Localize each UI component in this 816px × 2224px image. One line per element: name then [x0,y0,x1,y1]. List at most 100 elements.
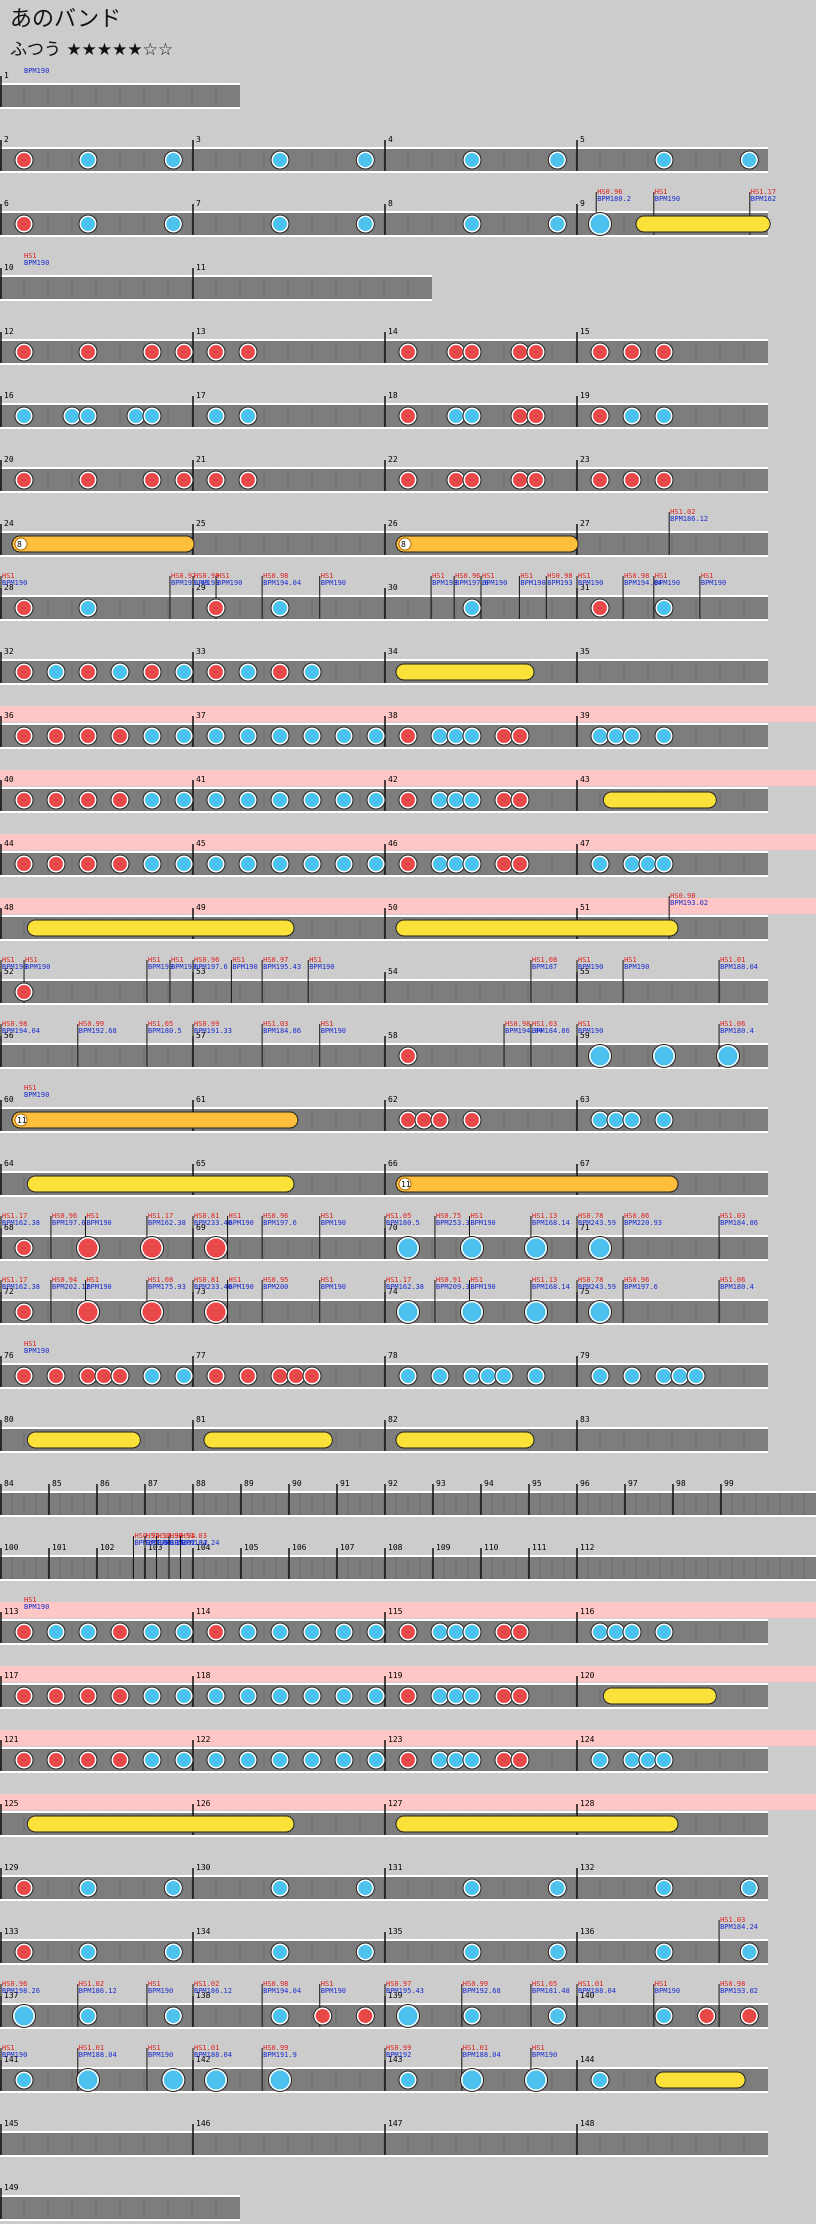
bar-number: 35 [580,647,590,656]
bpm-marker: BPM190 [25,963,50,971]
bar-number: 148 [580,2119,595,2128]
bar-number: 10 [4,263,14,272]
bar-number: 2 [4,135,9,144]
note-face [550,2009,565,2023]
bar-number: 42 [388,775,398,784]
bar-number: 49 [196,903,206,912]
note-face [497,793,511,807]
note-face [433,1689,447,1703]
bar-number: 6 [4,199,9,208]
chart-row: 12 13 14 15 [0,327,768,365]
note-face [593,1113,607,1127]
balloon-count: 8 [401,540,406,549]
chart-row: 32 33 34 35 [0,647,768,685]
bpm-marker: BPM188.04 [194,2051,232,2059]
bar-number: 105 [244,1543,259,1552]
bpm-marker: BPM190 [232,963,257,971]
bpm-marker: BPM190 [86,1219,111,1227]
bpm-marker: BPM190 [321,1027,346,1035]
note-face [593,1369,607,1383]
note-face [305,1689,319,1703]
note-face [81,1369,95,1383]
chart-row: 76 77 78 79HS1BPM190 [0,1340,768,1389]
bpm-marker: BPM190 [321,1283,346,1291]
note-face [657,1369,671,1383]
balloon-count: 8 [17,540,22,549]
chart-row: 129 130 131 132 [0,1863,768,1901]
bar-number: 45 [196,839,206,848]
note-face [81,665,95,679]
bpm-marker: BPM190 [2,963,27,971]
bpm-marker: BPM190 [655,579,680,587]
note-face [65,409,79,423]
note-face [593,345,607,359]
bpm-marker: BPM190 [432,579,457,587]
note-face [657,1113,671,1127]
note-face [81,793,95,807]
chart-row: 56 57 58 59HS0.98BPM194.04HS0.99BPM192.68HS… [0,1020,768,1069]
note-face [81,1945,95,1959]
note-face [206,2070,226,2090]
note-face [209,793,223,807]
note-face [17,1945,31,1959]
note-face [550,217,565,231]
note-face [699,2009,714,2023]
note-face [465,1881,479,1895]
bpm-marker: BPM190 [86,1283,111,1291]
note-face [177,1689,191,1703]
gogo-band [0,1602,816,1618]
bar-number: 102 [100,1543,115,1552]
bpm-marker: BPM202.12 [52,1283,90,1291]
chart-row: 44 45 46 47 [0,834,816,877]
chart-row: 125 126 127 128 [0,1794,816,1837]
bar-number: 76 [4,1351,14,1360]
drumroll-note [395,1815,679,1833]
bar-number: 96 [580,1479,590,1488]
bpm-marker: BPM233.46 [194,1219,232,1227]
note-face [209,473,223,487]
note-face [49,1753,63,1767]
chart-row: 16 17 18 19 [0,391,768,429]
balloon-note [11,1111,299,1129]
note-face [433,1113,447,1127]
note-face [481,1369,495,1383]
note-face [449,1625,463,1639]
note-face [401,473,415,487]
drumroll-note [26,1815,295,1833]
note-face [657,473,671,487]
note-face [17,345,31,359]
note-face [590,1302,610,1322]
gogo-band [0,1730,816,1746]
bpm-marker: BPM190 [24,67,49,75]
note-face [166,2009,181,2023]
note-face [529,1369,543,1383]
note-face [145,857,159,871]
bpm-marker: BPM162.38 [2,1283,40,1291]
note-face [526,2070,546,2090]
bar-number: 20 [4,455,14,464]
bar-number: 8 [388,199,393,208]
note-face [718,1046,738,1066]
bpm-marker: BPM233.46 [194,1283,232,1291]
bpm-marker: BPM195.43 [263,963,301,971]
note-face [49,1625,63,1639]
bpm-marker: BPM190 [578,1027,603,1035]
bpm-marker: BPM162 [751,195,776,203]
note-face [465,729,479,743]
note-face [449,793,463,807]
note-face [177,665,191,679]
note-face [81,1625,95,1639]
bpm-marker: BPM168.14 [532,1283,570,1291]
note-face [81,409,95,423]
note-face [78,2070,98,2090]
note-face [369,1753,383,1767]
note-face [449,1753,463,1767]
bpm-marker: BPM193 [547,579,572,587]
bar-number: 60 [4,1095,14,1104]
bpm-marker: BPM188.04 [79,2051,117,2059]
note-face [625,1753,639,1767]
chart-row: 68 69 70 71HS1.17BPM162.38HS0.96BPM197.6HS1… [0,1212,768,1261]
note-face [49,857,63,871]
note-face [465,1625,479,1639]
chart-row: 149 [0,2183,240,2221]
